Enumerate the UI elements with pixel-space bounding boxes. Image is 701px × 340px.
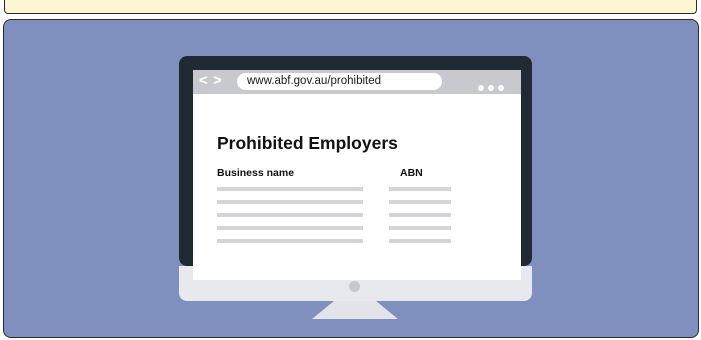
- business-name-placeholder: [217, 239, 363, 243]
- business-name-placeholder: [217, 226, 363, 230]
- business-name-placeholder: [217, 187, 363, 191]
- top-strip: [4, 0, 697, 14]
- forward-icon[interactable]: >: [213, 72, 222, 90]
- abn-placeholder: [389, 239, 451, 243]
- power-button-icon: [349, 281, 360, 292]
- monitor-stand: [334, 301, 376, 319]
- dot-icon: [478, 85, 484, 91]
- monitor-stand-right: [376, 301, 398, 319]
- dot-icon: [498, 85, 504, 91]
- column-header-abn: ABN: [400, 167, 423, 179]
- dot-icon: [488, 85, 494, 91]
- business-name-placeholder: [217, 213, 363, 217]
- abn-placeholder: [389, 226, 451, 230]
- abn-placeholder: [389, 213, 451, 217]
- column-header-business-name: Business name: [217, 167, 295, 179]
- abn-placeholder: [389, 200, 451, 204]
- abn-placeholder: [389, 187, 451, 191]
- page-title: Prohibited Employers: [217, 133, 398, 153]
- address-bar[interactable]: www.abf.gov.au/prohibited: [237, 73, 442, 90]
- back-icon[interactable]: <: [199, 72, 208, 90]
- business-name-placeholder: [217, 200, 363, 204]
